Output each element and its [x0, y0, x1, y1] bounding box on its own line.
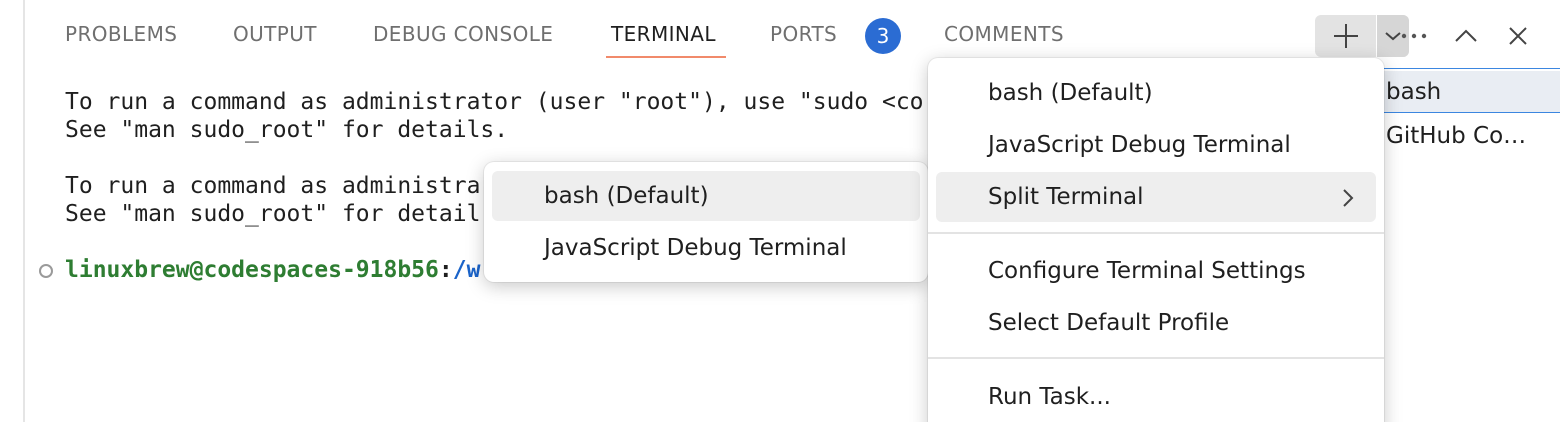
close-icon — [1509, 27, 1527, 45]
active-tab-indicator — [606, 56, 726, 58]
menu-item-split-terminal[interactable]: Split Terminal — [936, 172, 1376, 222]
chevron-up-icon — [1455, 29, 1477, 42]
split-terminal-submenu: bash (Default) JavaScript Debug Terminal — [484, 162, 928, 282]
tab-ports[interactable]: PORTS — [770, 22, 837, 46]
plus-icon — [1333, 24, 1358, 48]
ports-count-badge: 3 — [865, 18, 901, 54]
terminal-line: See "man sudo_root" for details. — [65, 117, 509, 143]
prompt-path: /w — [452, 257, 481, 283]
terminal-list-item-bash[interactable]: bash — [1384, 71, 1560, 113]
close-panel-button[interactable] — [1498, 15, 1538, 57]
new-terminal-button[interactable] — [1315, 15, 1376, 57]
command-decoration-icon[interactable] — [39, 264, 53, 278]
terminal-prompt: linuxbrew@codespaces-918b56:/w — [65, 257, 480, 283]
more-actions-button[interactable] — [1394, 15, 1434, 57]
tab-output[interactable]: OUTPUT — [233, 22, 317, 46]
tab-debug-console[interactable]: DEBUG CONSOLE — [373, 22, 553, 46]
menu-item-bash-default[interactable]: bash (Default) — [936, 68, 1376, 118]
menu-separator — [928, 232, 1384, 234]
prompt-user-host: linuxbrew@codespaces-918b56 — [65, 257, 439, 283]
terminal-list-item-github[interactable]: GitHub Co… — [1384, 115, 1560, 157]
menu-item-configure-terminal-settings[interactable]: Configure Terminal Settings — [936, 246, 1376, 296]
prompt-separator: : — [438, 257, 453, 283]
tab-problems[interactable]: PROBLEMS — [65, 22, 177, 46]
tab-terminal[interactable]: TERMINAL — [611, 22, 716, 46]
submenu-item-js-debug-terminal[interactable]: JavaScript Debug Terminal — [492, 223, 920, 273]
submenu-item-bash-default[interactable]: bash (Default) — [492, 171, 920, 221]
menu-item-run-task[interactable]: Run Task... — [936, 372, 1376, 422]
tab-comments[interactable]: COMMENTS — [944, 22, 1064, 46]
ellipsis-icon — [1401, 33, 1427, 39]
menu-separator — [928, 357, 1384, 359]
terminal-list-top-border — [1383, 68, 1560, 69]
menu-item-select-default-profile[interactable]: Select Default Profile — [936, 298, 1376, 348]
new-terminal-dropdown-menu: bash (Default) JavaScript Debug Terminal… — [928, 58, 1384, 422]
terminal-line: To run a command as administrator (user … — [65, 89, 924, 115]
chevron-right-icon — [1343, 189, 1354, 207]
menu-item-label: Split Terminal — [988, 184, 1144, 210]
maximize-panel-button[interactable] — [1446, 15, 1486, 57]
menu-item-js-debug-terminal[interactable]: JavaScript Debug Terminal — [936, 120, 1376, 170]
